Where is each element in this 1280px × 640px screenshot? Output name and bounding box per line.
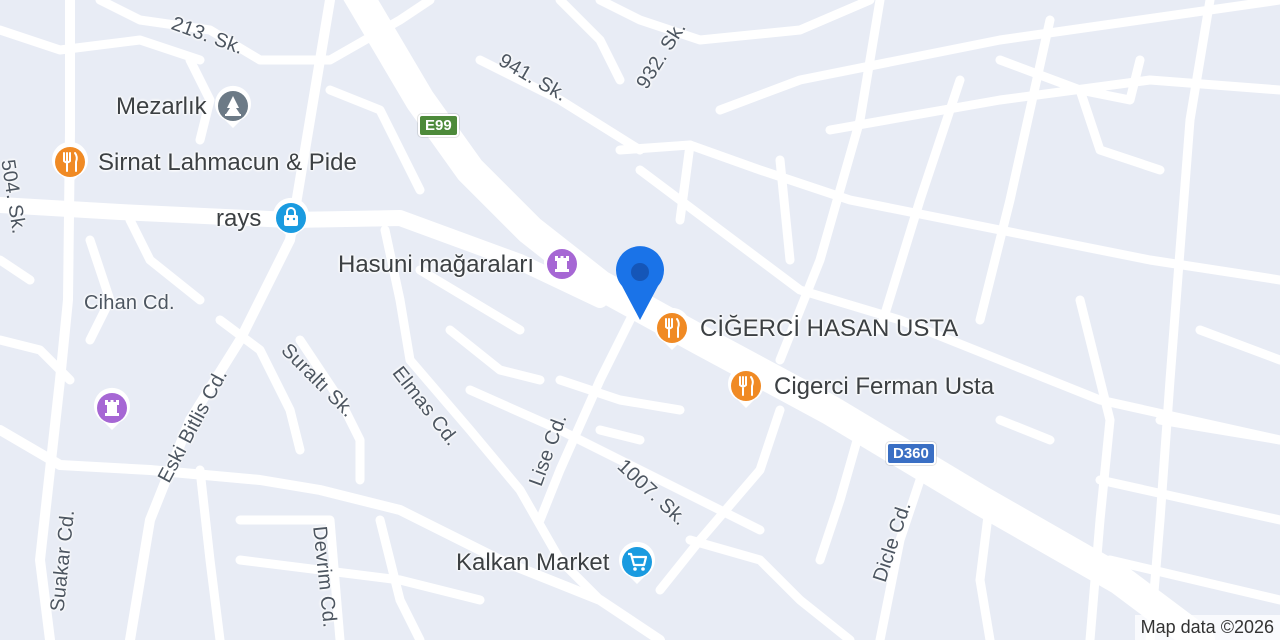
poi-label: rays [216,205,262,232]
poi-sirnat[interactable]: Sirnat Lahmacun & Pide [50,140,357,186]
poi-cigerci-ferman[interactable]: Cigerci Ferman Usta [726,364,994,410]
poi-label: Cigerci Ferman Usta [774,373,995,400]
poi-hasuni[interactable]: Hasuni mağaraları [338,242,582,288]
poi-kalkan-market[interactable]: Kalkan Market [456,540,657,586]
map-attribution: Map data ©2026 [1134,615,1280,640]
shopping-cart-icon [617,540,657,586]
cemetery-icon [213,84,253,130]
shopping-bag-icon [271,196,311,242]
poi-rays[interactable]: rays [216,196,311,242]
poi-cigerci-hasan[interactable]: CİĞERCİ HASAN USTA [652,306,958,352]
location-pin-icon[interactable] [614,246,666,322]
poi-label: CİĞERCİ HASAN USTA [700,315,959,342]
restaurant-icon [726,364,766,410]
route-shield-d360: D360 [886,442,936,465]
poi-landmark[interactable] [92,386,132,432]
restaurant-icon [50,140,90,186]
poi-label: Sirnat Lahmacun & Pide [98,149,357,176]
poi-label: Kalkan Market [456,549,610,576]
landmark-icon [92,386,132,432]
route-shield-e99: E99 [418,114,459,137]
street-label: Cihan Cd. [84,292,175,314]
map-canvas[interactable]: 213. Sk. 504. Sk. 941. Sk. 932. Sk. Ciha… [0,0,1280,640]
poi-label: Mezarlık [116,93,207,120]
poi-mezarlik[interactable]: Mezarlık [116,84,253,130]
landmark-icon [542,242,582,288]
poi-label: Hasuni mağaraları [338,251,535,278]
